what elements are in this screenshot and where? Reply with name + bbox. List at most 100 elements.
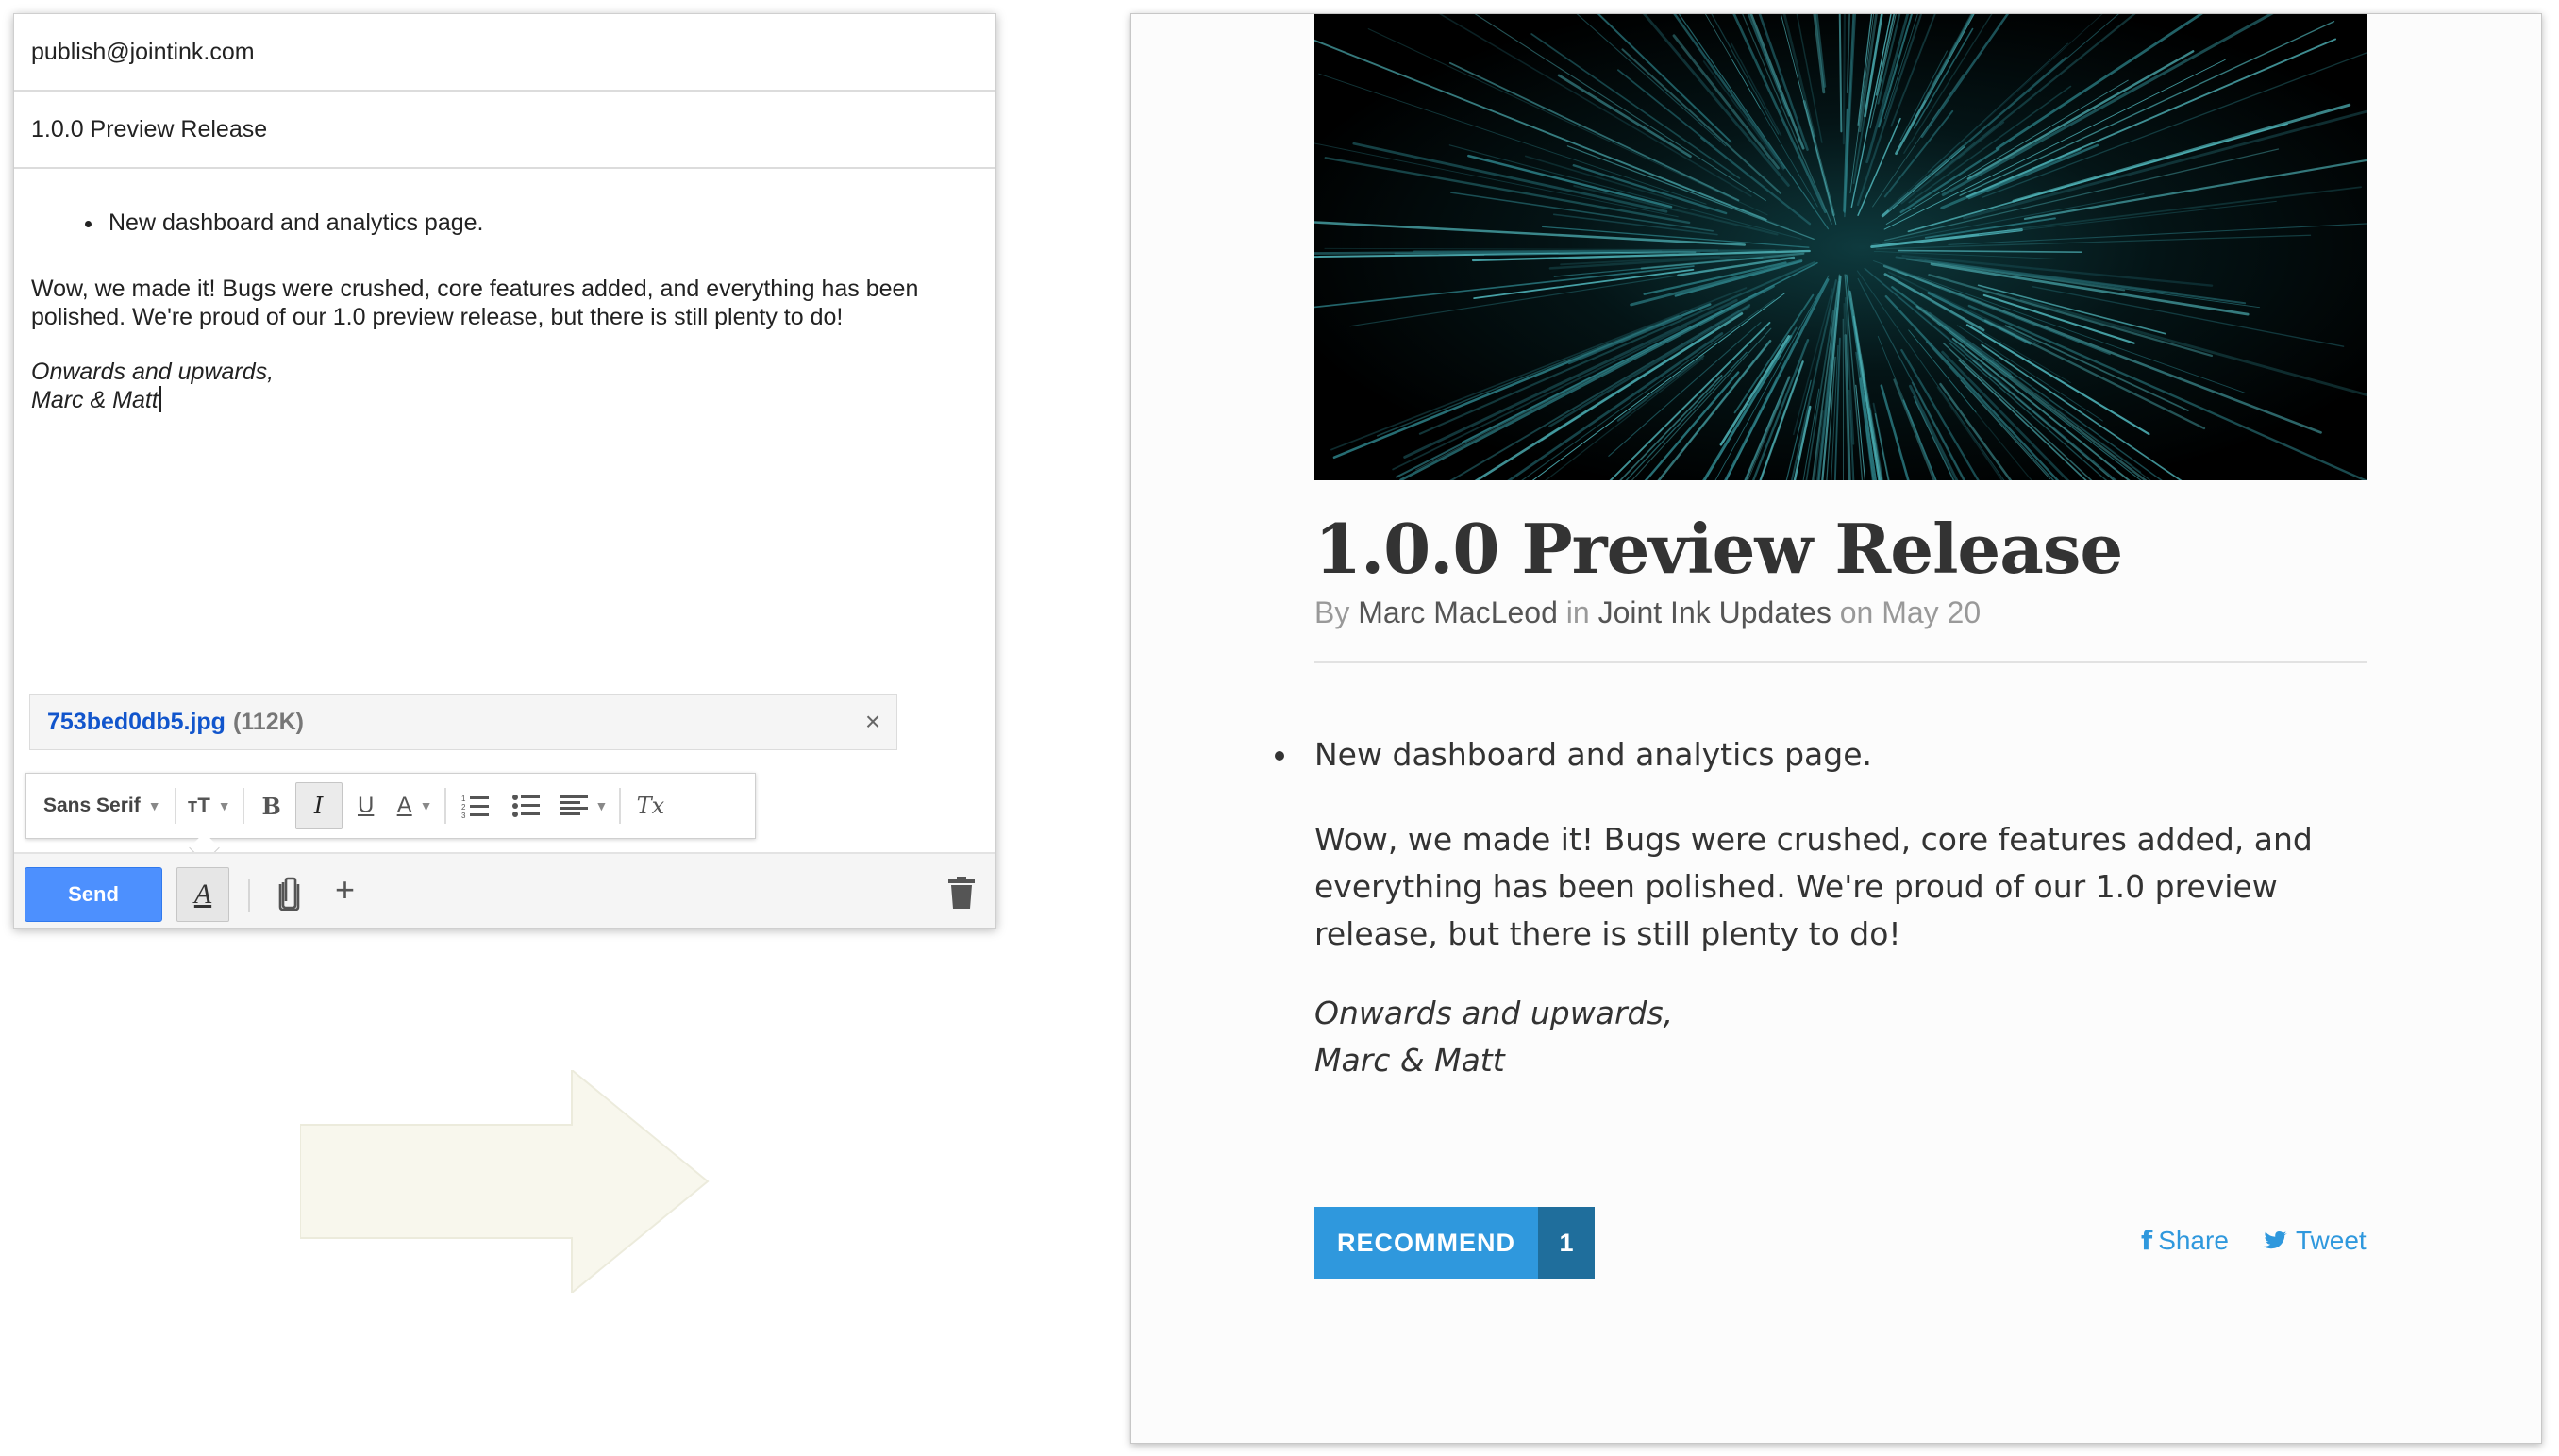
message-paragraph-line: polished. We're proud of our 1.0 preview… bbox=[31, 304, 844, 330]
byline-by: By bbox=[1314, 595, 1350, 629]
post-bullet-item: New dashboard and analytics page. bbox=[1275, 731, 2352, 778]
post-title: 1.0.0 Preview Release bbox=[1314, 509, 2123, 589]
twitter-icon bbox=[2264, 1231, 2287, 1249]
share-label: Share bbox=[2158, 1226, 2229, 1255]
italic-button[interactable]: I bbox=[294, 782, 343, 829]
svg-text:3: 3 bbox=[461, 812, 466, 818]
hero-streak bbox=[1413, 249, 1719, 253]
font-family-select[interactable]: Sans Serif ▼ bbox=[34, 782, 171, 829]
hero-streak bbox=[2012, 103, 2351, 203]
dropdown-icon: ▼ bbox=[147, 798, 161, 813]
tweet-label: Tweet bbox=[2296, 1226, 2367, 1255]
hero-streak bbox=[1702, 60, 1785, 171]
trash-icon[interactable] bbox=[948, 877, 975, 913]
hero-streak bbox=[1888, 14, 2103, 209]
post-paragraph: Wow, we made it! Bugs were crushed, core… bbox=[1314, 821, 2313, 952]
toolbar-divider bbox=[174, 788, 176, 824]
align-select[interactable]: ▼ bbox=[552, 782, 616, 829]
font-family-label: Sans Serif bbox=[43, 795, 141, 816]
hero-streak bbox=[1524, 155, 1673, 201]
post-signature: Onwards and upwards, Marc & Matt bbox=[1314, 990, 2352, 1084]
byline-in: in bbox=[1565, 595, 1590, 629]
hero-streak bbox=[1995, 14, 2203, 150]
formatting-toolbar: Sans Serif ▼ тT ▼ B I U A ▼ 1 2 3 ▼ Tx bbox=[25, 773, 756, 839]
text-color-select[interactable]: A ▼ bbox=[390, 782, 441, 829]
compose-footer: Send A + bbox=[14, 852, 995, 928]
hero-streak bbox=[1963, 109, 2367, 220]
message-paragraph: Wow, we made it! Bugs were crushed, core… bbox=[31, 275, 975, 331]
hero-streak bbox=[1972, 360, 2116, 480]
arrow-right-icon bbox=[300, 1070, 710, 1293]
hero-streak bbox=[1967, 143, 2099, 200]
share-link[interactable]: f Share bbox=[2141, 1222, 2229, 1260]
hero-streak bbox=[1898, 249, 2082, 253]
facebook-icon: f bbox=[2141, 1225, 2153, 1256]
subject-field[interactable]: 1.0.0 Preview Release bbox=[14, 92, 995, 169]
plus-icon[interactable]: + bbox=[335, 871, 355, 909]
hero-streak bbox=[1557, 74, 1692, 159]
post-divider bbox=[1314, 661, 2367, 663]
hero-streak bbox=[1448, 144, 1802, 240]
underline-button[interactable]: U bbox=[343, 782, 390, 829]
attachment-chip[interactable]: 753bed0db5.jpg (112K) × bbox=[29, 694, 897, 750]
hero-streak bbox=[1965, 38, 2337, 198]
send-button[interactable]: Send bbox=[25, 867, 162, 922]
recommend-button[interactable]: RECOMMEND 1 bbox=[1314, 1207, 1595, 1279]
message-bullet-list: New dashboard and analytics page. bbox=[31, 209, 975, 237]
message-signature: Onwards and upwards, Marc & Matt bbox=[31, 358, 975, 414]
hero-streak bbox=[1903, 14, 1993, 154]
recommend-label: RECOMMEND bbox=[1314, 1207, 1538, 1279]
message-sign-off: Onwards and upwards, bbox=[31, 359, 275, 385]
post-signature-name: Marc & Matt bbox=[1314, 1042, 1505, 1079]
toolbar-divider bbox=[443, 788, 446, 824]
to-field[interactable]: publish@jointink.com bbox=[14, 14, 995, 92]
font-size-select[interactable]: тT ▼ bbox=[180, 782, 239, 829]
post-bullet-list: New dashboard and analytics page. bbox=[1275, 731, 2352, 778]
hero-streak bbox=[1885, 79, 2129, 225]
hero-streak bbox=[1324, 247, 1793, 251]
byline-date: May 20 bbox=[1882, 595, 1982, 629]
to-value: publish@jointink.com bbox=[31, 38, 255, 65]
hero-streak bbox=[1838, 14, 1843, 133]
svg-text:1: 1 bbox=[461, 795, 466, 803]
attachment-filename[interactable]: 753bed0db5.jpg bbox=[47, 709, 226, 736]
hero-streak bbox=[1545, 358, 1704, 480]
bulleted-list-button[interactable] bbox=[501, 782, 552, 829]
clear-formatting-button[interactable]: Tx bbox=[625, 782, 676, 829]
hero-streak bbox=[1978, 200, 2277, 236]
post-byline: By Marc MacLeod in Joint Ink Updates on … bbox=[1314, 594, 2367, 631]
byline-author-link[interactable]: Marc MacLeod bbox=[1358, 595, 1558, 629]
bulleted-list-icon bbox=[511, 795, 540, 817]
formatting-options-button[interactable]: A bbox=[176, 867, 229, 922]
bold-button[interactable]: B bbox=[248, 782, 295, 829]
close-icon[interactable]: × bbox=[859, 708, 887, 736]
hero-streak bbox=[1920, 14, 2010, 139]
byline-category-link[interactable]: Joint Ink Updates bbox=[1598, 595, 1831, 629]
subject-value: 1.0.0 Preview Release bbox=[31, 115, 268, 142]
dropdown-icon: ▼ bbox=[594, 798, 609, 813]
hero-streak bbox=[1842, 318, 1845, 480]
attach-icon[interactable] bbox=[276, 877, 301, 915]
hero-streak bbox=[1367, 28, 1768, 216]
published-post: 1.0.0 Preview Release By Marc MacLeod in… bbox=[1130, 13, 2542, 1444]
footer-divider bbox=[248, 879, 250, 912]
hero-streak bbox=[1857, 277, 1965, 480]
toolbar-divider bbox=[242, 788, 244, 824]
hero-streak bbox=[1857, 117, 1901, 216]
dropdown-icon: ▼ bbox=[217, 798, 231, 813]
hero-streak bbox=[1780, 14, 1837, 226]
tweet-link[interactable]: Tweet bbox=[2264, 1222, 2367, 1260]
message-bullet-item: New dashboard and analytics page. bbox=[105, 209, 975, 237]
attachment-size: (112K) bbox=[232, 708, 304, 735]
numbered-list-button[interactable]: 1 2 3 bbox=[450, 782, 501, 829]
message-body[interactable]: New dashboard and analytics page. Wow, w… bbox=[31, 175, 975, 414]
dropdown-icon: ▼ bbox=[419, 798, 433, 813]
hero-streak bbox=[1552, 213, 1718, 236]
byline-on: on bbox=[1839, 595, 1874, 629]
post-body: New dashboard and analytics page. Wow, w… bbox=[1275, 731, 2352, 1084]
hero-image bbox=[1314, 14, 2367, 480]
hero-streak bbox=[1883, 59, 2226, 230]
message-signature-name: Marc & Matt bbox=[31, 387, 159, 413]
hero-streak bbox=[1731, 42, 1782, 137]
hero-streak bbox=[1908, 85, 2072, 204]
